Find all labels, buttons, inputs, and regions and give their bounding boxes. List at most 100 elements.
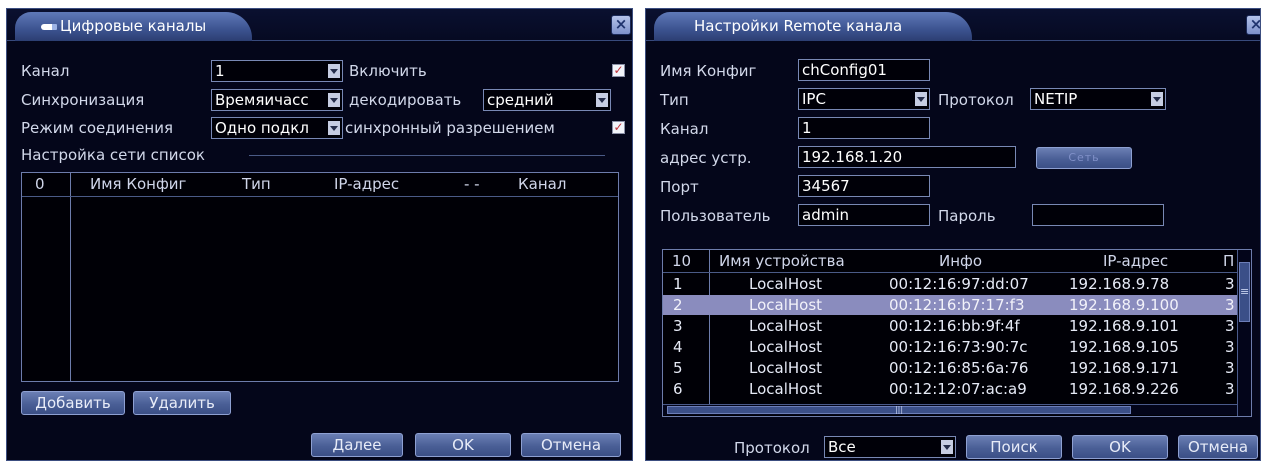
port-input[interactable]: 34567 [798,175,930,197]
connection-mode-value: Одно подкл [215,119,309,137]
table-row[interactable]: 6 LocalHost 00:12:12:07:ac:a9 192.168.9.226… [663,379,1237,399]
cancel-button[interactable]: Отмена [1178,435,1258,459]
vertical-scrollbar[interactable]: ≡ [1237,250,1251,416]
row-num: 5 [673,359,683,377]
col-header-ip: IP-адрес [334,175,400,193]
close-icon[interactable]: × [1246,15,1260,35]
divider [249,155,605,156]
row-extra: 3 [1225,275,1235,293]
row-ip: 192.168.9.226 [1069,380,1179,398]
port-label: Порт [660,178,699,196]
row-device-name: LocalHost [749,359,823,377]
row-extra: 3 [1225,338,1235,356]
sync-select-value: Времяичасс [215,91,309,109]
row-info: 00:12:16:85:6a:76 [889,359,1029,377]
search-button[interactable]: Поиск [966,435,1062,459]
bottom-protocol-value: Все [828,438,856,456]
horizontal-scrollbar[interactable]: ||| [663,404,1237,415]
hscroll-thumb[interactable]: ||| [667,406,1131,414]
device-address-label: адрес устр. [660,149,752,167]
row-ip: 192.168.9.78 [1069,275,1170,293]
row-ip: 192.168.9.171 [1069,359,1179,377]
table-row[interactable]: 5 LocalHost 00:12:16:85:6a:76 192.168.9.171… [663,358,1237,378]
user-label: Пользователь [660,207,771,225]
col-header-p: П [1223,252,1235,270]
header-divider [663,272,1237,273]
digital-channels-dialog: Цифровые каналы × Канал 1 Включить ✓ Син… [6,8,633,461]
sync-label: Синхронизация [21,91,145,109]
header-divider [22,196,618,197]
row-device-name: LocalHost [749,317,823,335]
scroll-thumb[interactable]: ≡ [1239,262,1250,322]
channel-list-table[interactable]: 0 Имя Конфиг Тип IP-адрес - - Канал [21,172,619,382]
type-select-value: IPC [802,90,826,108]
protocol-select-value: NETIP [1034,90,1078,108]
chevron-down-icon [328,64,340,78]
decode-select-value: средний [487,91,554,109]
row-info: 00:12:12:07:ac:a9 [889,380,1027,398]
enable-checkbox[interactable]: ✓ [612,64,625,77]
sync-select[interactable]: Времяичасс [211,89,343,111]
password-input[interactable] [1032,204,1164,226]
connection-mode-label: Режим соединения [21,119,174,137]
chevron-down-icon [1151,92,1163,106]
type-label: Тип [660,91,689,109]
row-extra: 3 [1225,380,1235,398]
col-header-channel: Канал [518,175,567,193]
bottom-protocol-label: Протокол [734,439,810,457]
table-row[interactable]: 4 LocalHost 00:12:16:73:90:7c 192.168.9.105… [663,337,1237,357]
channel-select[interactable]: 1 [211,60,343,82]
row-info: 00:12:16:97:dd:07 [889,275,1029,293]
device-list-table[interactable]: 10 Имя устройства Инфо IP-адрес П 1 Local… [662,249,1252,417]
col-header-device-name: Имя устройства [719,252,845,270]
config-name-input[interactable]: chConfig01 [798,59,930,81]
connection-mode-select[interactable]: Одно подкл [211,117,343,139]
row-extra: 3 [1225,359,1235,377]
table-row[interactable]: 1 LocalHost 00:12:16:97:dd:07 192.168.9.78 3 [663,274,1237,294]
next-button[interactable]: Далее [311,433,403,457]
bottom-protocol-select[interactable]: Все [824,436,956,458]
channel-select-value: 1 [215,62,225,80]
decode-label: декодировать [349,91,462,109]
col-header-index: 0 [35,175,45,193]
channel-label: Канал [660,120,709,138]
user-input[interactable]: admin [798,204,930,226]
ok-button[interactable]: OK [1072,435,1168,459]
column-divider [70,173,71,381]
cancel-button[interactable]: Отмена [521,433,621,457]
network-button[interactable]: Сеть [1036,147,1132,169]
row-device-name: LocalHost [749,275,823,293]
title-bar: Настройки Remote канала × [646,9,1260,41]
type-select[interactable]: IPC [798,88,930,110]
table-row[interactable]: 3 LocalHost 00:12:16:bb:9f:4f 192.168.9.101… [663,316,1237,336]
row-num: 3 [673,317,683,335]
row-num: 2 [673,296,683,314]
chevron-down-icon [915,92,927,106]
col-header-config-name: Имя Конфиг [90,175,187,193]
protocol-select[interactable]: NETIP [1030,88,1166,110]
table-row[interactable]: 2 LocalHost 00:12:16:b7:17:f3 192.168.9.100… [663,295,1237,315]
row-num: 6 [673,380,683,398]
protocol-label: Протокол [938,91,1014,109]
row-num: 4 [673,338,683,356]
chevron-down-icon [328,121,340,135]
row-extra: 3 [1225,296,1235,314]
password-label: Пароль [938,207,996,225]
channel-input[interactable]: 1 [798,117,930,139]
sync-resolution-checkbox[interactable]: ✓ [612,121,625,134]
enable-label: Включить [349,62,427,80]
add-button[interactable]: Добавить [21,391,125,415]
ok-button[interactable]: OK [415,433,511,457]
title-bar: Цифровые каналы × [7,9,632,41]
close-icon[interactable]: × [611,15,631,35]
chevron-down-icon [941,440,953,454]
decode-select[interactable]: средний [483,89,611,111]
row-device-name: LocalHost [749,338,823,356]
col-header-count: 10 [672,252,692,270]
device-address-input[interactable]: 192.168.1.20 [798,146,1016,168]
chevron-down-icon [328,93,340,107]
delete-button[interactable]: Удалить [133,391,231,415]
chevron-down-icon [596,93,608,107]
channel-label: Канал [21,62,70,80]
row-info: 00:12:16:bb:9f:4f [889,317,1020,335]
